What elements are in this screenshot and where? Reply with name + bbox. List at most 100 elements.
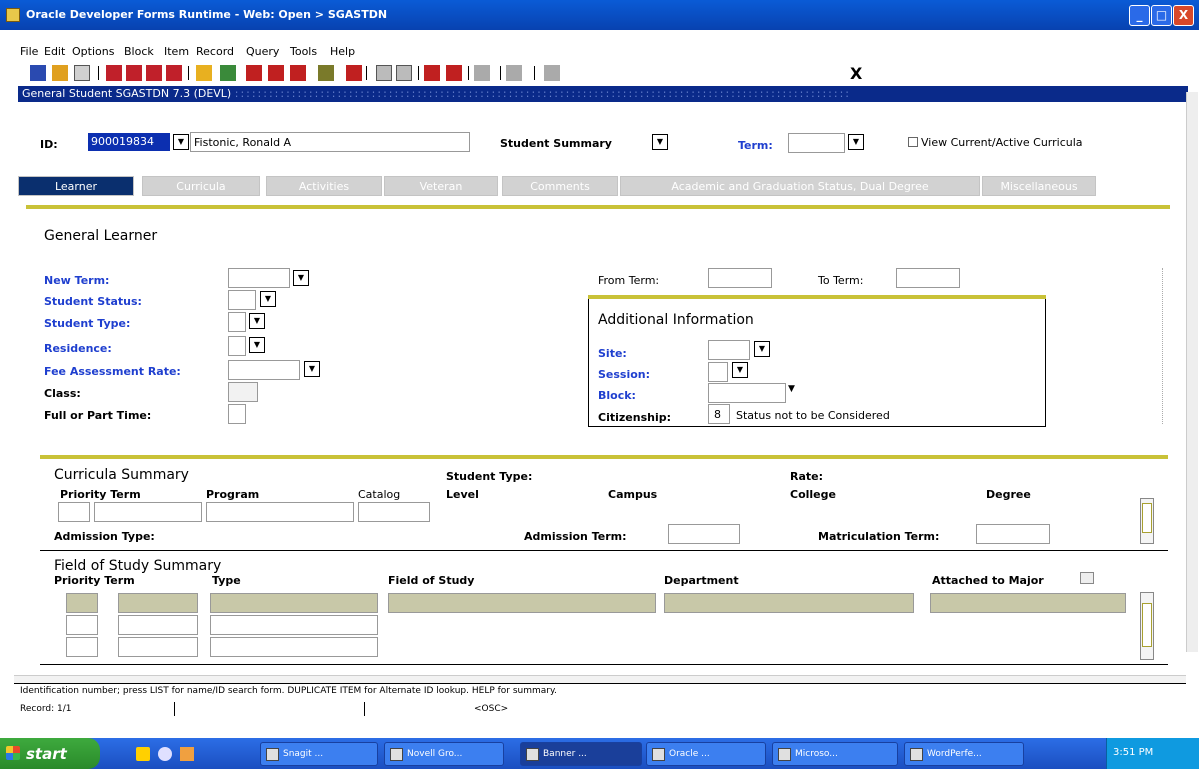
curricula-scroll-thumb[interactable] (1142, 503, 1152, 533)
view-current-checkbox[interactable] (908, 137, 918, 147)
fos-row-3-term[interactable] (118, 637, 198, 657)
menu-options[interactable]: Options (72, 45, 114, 58)
next-block-icon[interactable] (166, 65, 182, 81)
tab-activities[interactable]: Activities (266, 176, 382, 196)
menu-item[interactable]: Item (164, 45, 189, 58)
fos-row-1-type[interactable] (210, 593, 378, 613)
term-list-icon[interactable]: ▼ (848, 134, 864, 150)
tab-veteran[interactable]: Veteran (384, 176, 498, 196)
fee-assessment-rate-list-icon[interactable]: ▼ (304, 361, 320, 377)
fee-assessment-rate-input[interactable] (228, 360, 300, 380)
rollback-icon[interactable] (52, 65, 68, 81)
tab-learner[interactable]: Learner (18, 176, 134, 196)
fos-row-3-type[interactable] (210, 637, 378, 657)
term-input[interactable] (788, 133, 845, 153)
menu-help[interactable]: Help (330, 45, 355, 58)
tab-miscellaneous[interactable]: Miscellaneous (982, 176, 1096, 196)
id-list-icon[interactable]: ▼ (173, 134, 189, 150)
lock-record-icon[interactable] (290, 65, 306, 81)
task-oracle[interactable]: Oracle ... (646, 742, 766, 766)
menu-file[interactable]: File (20, 45, 38, 58)
ie-icon[interactable] (158, 747, 172, 761)
curricula-college-header: College (790, 488, 836, 501)
execute-query-icon[interactable] (220, 65, 236, 81)
save-icon[interactable] (30, 65, 46, 81)
extract-icon[interactable] (396, 65, 412, 81)
task-novell[interactable]: Novell Gro... (384, 742, 504, 766)
media-icon[interactable] (180, 747, 194, 761)
quicklaunch-icon[interactable] (136, 747, 150, 761)
student-status-input[interactable] (228, 290, 256, 310)
fos-row-1-attached-to-major[interactable] (930, 593, 1126, 613)
fos-row-2-priority[interactable] (66, 615, 98, 635)
student-summary-list-icon[interactable]: ▼ (652, 134, 668, 150)
help-2-icon[interactable] (544, 65, 560, 81)
task-banner[interactable]: Banner ... (520, 742, 642, 766)
new-term-list-icon[interactable]: ▼ (293, 270, 309, 286)
block-input[interactable] (708, 383, 786, 403)
tab-academic-graduation[interactable]: Academic and Graduation Status, Dual Deg… (620, 176, 980, 196)
remove-record-icon[interactable] (268, 65, 284, 81)
navigate-icon[interactable] (474, 65, 490, 81)
citizenship-code-input[interactable]: 8 (708, 404, 730, 424)
close-button[interactable]: X (1173, 5, 1194, 26)
residence-input[interactable] (228, 336, 246, 356)
exit-icon[interactable]: X (850, 64, 862, 83)
session-list-icon[interactable]: ▼ (732, 362, 748, 378)
task-microsoft[interactable]: Microso... (772, 742, 898, 766)
count-icon[interactable] (376, 65, 392, 81)
fos-row-1-priority[interactable] (66, 593, 98, 613)
id-input[interactable]: 900019834 (88, 133, 170, 151)
tab-comments[interactable]: Comments (502, 176, 618, 196)
site-list-icon[interactable]: ▼ (754, 341, 770, 357)
previous-block-icon[interactable] (106, 65, 122, 81)
help-icon[interactable] (506, 65, 522, 81)
session-input[interactable] (708, 362, 728, 382)
window-vertical-scrollbar[interactable] (1186, 92, 1198, 652)
menu-edit[interactable]: Edit (44, 45, 65, 58)
menu-query[interactable]: Query (246, 45, 279, 58)
field-of-study-scrollbar[interactable] (1140, 592, 1154, 660)
enter-query-icon[interactable] (196, 65, 212, 81)
residence-list-icon[interactable]: ▼ (249, 337, 265, 353)
student-type-list-icon[interactable]: ▼ (249, 313, 265, 329)
fos-row-1-term[interactable] (118, 593, 198, 613)
fos-row-1-field-of-study[interactable] (388, 593, 656, 613)
clock[interactable]: 3:51 PM (1113, 747, 1153, 758)
from-term-field (708, 268, 772, 288)
tab-curricula[interactable]: Curricula (142, 176, 260, 196)
options-icon[interactable] (424, 65, 440, 81)
learner-scrollbar[interactable] (1162, 268, 1170, 424)
task-snagit[interactable]: Snagit ... (260, 742, 378, 766)
task-wordperfect[interactable]: WordPerfe... (904, 742, 1024, 766)
window-horizontal-scrollbar[interactable] (14, 675, 1186, 683)
attached-to-major-icon[interactable] (1080, 572, 1094, 584)
student-status-list-icon[interactable]: ▼ (260, 291, 276, 307)
print-icon[interactable] (74, 65, 90, 81)
minimize-button[interactable]: _ (1129, 5, 1150, 26)
start-button[interactable]: start (0, 738, 100, 769)
field-of-study-scroll-thumb[interactable] (1142, 603, 1152, 647)
search-icon[interactable] (318, 65, 334, 81)
previous-record-icon[interactable] (126, 65, 142, 81)
fos-row-2-type[interactable] (210, 615, 378, 635)
menu-tools[interactable]: Tools (290, 45, 317, 58)
session-label: Session: (598, 368, 651, 381)
maximize-button[interactable]: □ (1151, 5, 1172, 26)
full-part-time-input[interactable] (228, 404, 246, 424)
list-values-icon[interactable] (346, 65, 362, 81)
menu-record[interactable]: Record (196, 45, 234, 58)
fos-row-1-department[interactable] (664, 593, 914, 613)
next-record-icon[interactable] (146, 65, 162, 81)
options-2-icon[interactable] (446, 65, 462, 81)
site-input[interactable] (708, 340, 750, 360)
curricula-scrollbar[interactable] (1140, 498, 1154, 544)
menu-block[interactable]: Block (124, 45, 154, 58)
fos-row-2-term[interactable] (118, 615, 198, 635)
toolbar-separator (98, 66, 99, 80)
fos-row-3-priority[interactable] (66, 637, 98, 657)
block-list-icon[interactable]: ▼ (788, 384, 795, 394)
insert-record-icon[interactable] (246, 65, 262, 81)
new-term-input[interactable] (228, 268, 290, 288)
student-type-input[interactable] (228, 312, 246, 332)
